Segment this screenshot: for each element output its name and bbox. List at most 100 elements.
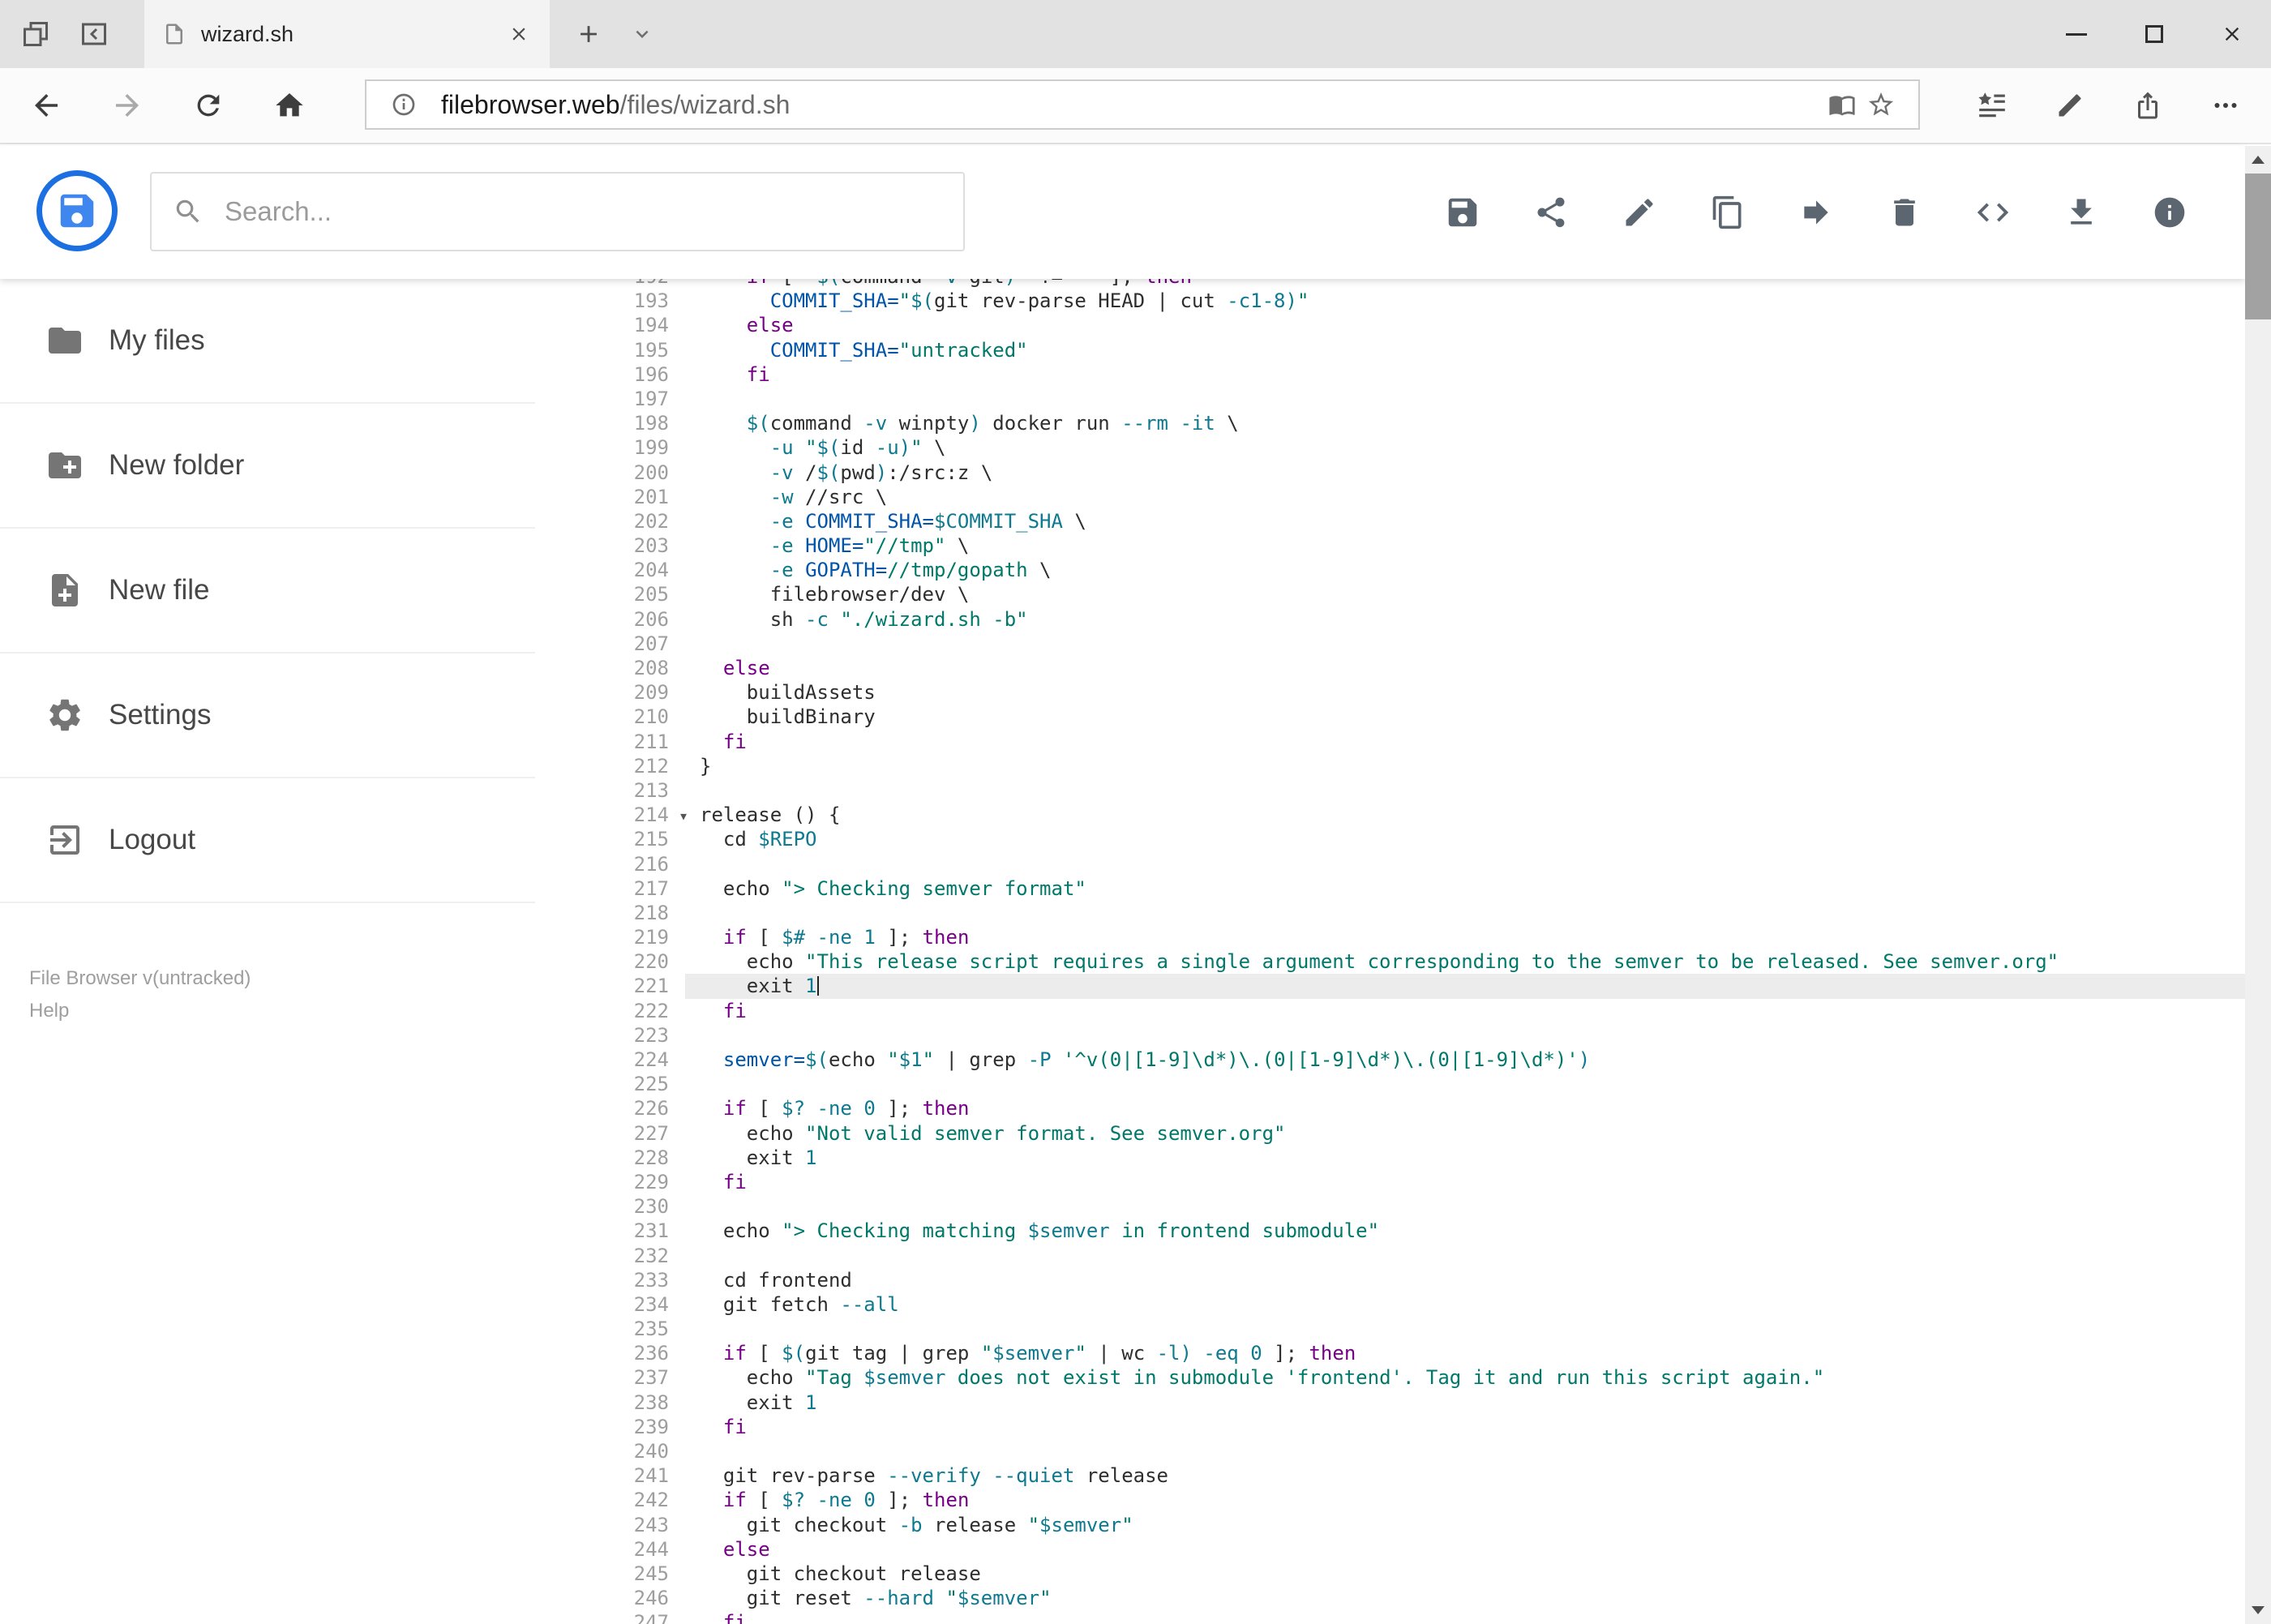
tab-close-button[interactable] xyxy=(503,18,535,50)
code-text[interactable]: buildBinary xyxy=(685,705,2245,729)
code-text[interactable] xyxy=(685,387,2245,411)
code-text[interactable]: COMMIT_SHA="$(git rev-parse HEAD | cut -… xyxy=(685,289,2245,313)
maximize-button[interactable] xyxy=(2115,0,2193,68)
home-button[interactable] xyxy=(264,68,315,143)
forward-button[interactable] xyxy=(101,68,153,143)
code-text[interactable] xyxy=(685,778,2245,803)
code-text[interactable]: $(command -v winpty) docker run --rm -it… xyxy=(685,411,2245,435)
code-line[interactable]: 198 $(command -v winpty) docker run --rm… xyxy=(535,411,2245,435)
code-line[interactable]: 247 fi xyxy=(535,1610,2245,1624)
code-text[interactable]: -e HOME="//tmp" \ xyxy=(685,533,2245,558)
code-text[interactable] xyxy=(685,632,2245,656)
code-text[interactable]: fi xyxy=(685,1170,2245,1194)
code-text[interactable]: COMMIT_SHA="untracked" xyxy=(685,338,2245,362)
code-text[interactable]: if [ $? -ne 0 ]; then xyxy=(685,1096,2245,1121)
code-line[interactable]: 231 echo "> Checking matching $semver in… xyxy=(535,1219,2245,1243)
code-text[interactable] xyxy=(685,1023,2245,1048)
code-line[interactable]: 195 COMMIT_SHA="untracked" xyxy=(535,338,2245,362)
code-line[interactable]: 209 buildAssets xyxy=(535,680,2245,705)
code-line[interactable]: 204 -e GOPATH=//tmp/gopath \ xyxy=(535,558,2245,582)
code-text[interactable]: -u "$(id -u)" \ xyxy=(685,435,2245,460)
code-line[interactable]: 217 echo "> Checking semver format" xyxy=(535,876,2245,901)
sidebar-item-logout[interactable]: Logout xyxy=(0,778,535,903)
code-line[interactable]: 223 xyxy=(535,1023,2245,1048)
code-text[interactable]: buildAssets xyxy=(685,680,2245,705)
code-line[interactable]: 202 -e COMMIT_SHA=$COMMIT_SHA \ xyxy=(535,509,2245,533)
code-editor[interactable]: 192 if [ "$(command -v git)" != "" ]; th… xyxy=(535,279,2245,1624)
tab-preview-button[interactable] xyxy=(18,10,54,58)
code-line[interactable]: 242 if [ $? -ne 0 ]; then xyxy=(535,1488,2245,1512)
search-input[interactable] xyxy=(223,195,942,228)
code-line[interactable]: 207 xyxy=(535,632,2245,656)
site-info-button[interactable] xyxy=(384,82,423,127)
code-line[interactable]: 205 filebrowser/dev \ xyxy=(535,582,2245,606)
code-line[interactable]: 227 echo "Not valid semver format. See s… xyxy=(535,1121,2245,1146)
address-bar[interactable]: filebrowser.web/files/wizard.sh xyxy=(365,79,1920,130)
code-text[interactable] xyxy=(685,1194,2245,1219)
delete-button[interactable] xyxy=(1885,194,1923,232)
code-text[interactable]: else xyxy=(685,313,2245,337)
code-line[interactable]: 194 else xyxy=(535,313,2245,337)
code-text[interactable]: if [ $(git tag | grep "$semver" | wc -l)… xyxy=(685,1341,2245,1365)
code-line[interactable]: 216 xyxy=(535,852,2245,876)
code-text[interactable] xyxy=(685,901,2245,925)
download-button[interactable] xyxy=(2062,194,2100,232)
ink-button[interactable] xyxy=(2031,68,2109,143)
code-text[interactable]: git checkout -b release "$semver" xyxy=(685,1513,2245,1537)
code-line[interactable]: 232 xyxy=(535,1244,2245,1268)
code-line[interactable]: 210 buildBinary xyxy=(535,705,2245,729)
code-text[interactable]: filebrowser/dev \ xyxy=(685,582,2245,606)
code-line[interactable]: 237 echo "Tag $semver does not exist in … xyxy=(535,1365,2245,1390)
sidebar-item-new-folder[interactable]: New folder xyxy=(0,404,535,529)
browser-tab[interactable]: wizard.sh xyxy=(144,0,550,68)
code-line[interactable]: 236 if [ $(git tag | grep "$semver" | wc… xyxy=(535,1341,2245,1365)
code-text[interactable]: fi xyxy=(685,362,2245,387)
code-text[interactable]: git reset --hard "$semver" xyxy=(685,1586,2245,1610)
code-line[interactable]: 243 git checkout -b release "$semver" xyxy=(535,1513,2245,1537)
sidebar-item-new-file[interactable]: New file xyxy=(0,529,535,653)
scrollbar-thumb[interactable] xyxy=(2245,174,2271,319)
code-view-button[interactable] xyxy=(1973,194,2012,232)
code-text[interactable]: fi xyxy=(685,999,2245,1023)
code-line[interactable]: 206 sh -c "./wizard.sh -b" xyxy=(535,607,2245,632)
code-line[interactable]: 241 git rev-parse --verify --quiet relea… xyxy=(535,1463,2245,1488)
code-line[interactable]: 199 -u "$(id -u)" \ xyxy=(535,435,2245,460)
code-line[interactable]: 208 else xyxy=(535,656,2245,680)
code-text[interactable]: echo "Not valid semver format. See semve… xyxy=(685,1121,2245,1146)
help-link[interactable]: Help xyxy=(29,996,535,1026)
code-text[interactable] xyxy=(685,1244,2245,1268)
code-line[interactable]: 200 -v /$(pwd):/src:z \ xyxy=(535,461,2245,485)
code-line[interactable]: 193 COMMIT_SHA="$(git rev-parse HEAD | c… xyxy=(535,289,2245,313)
code-line[interactable]: 245 git checkout release xyxy=(535,1562,2245,1586)
back-button[interactable] xyxy=(20,68,72,143)
minimize-button[interactable] xyxy=(2037,0,2115,68)
move-button[interactable] xyxy=(1797,194,1835,232)
code-text[interactable]: fi xyxy=(685,730,2245,754)
code-text[interactable]: git checkout release xyxy=(685,1562,2245,1586)
code-line[interactable]: 228 exit 1 xyxy=(535,1146,2245,1170)
code-text[interactable]: cd $REPO xyxy=(685,827,2245,851)
code-text[interactable]: echo "This release script requires a sin… xyxy=(685,949,2245,974)
code-line[interactable]: 226 if [ $? -ne 0 ]; then xyxy=(535,1096,2245,1121)
code-text[interactable]: git rev-parse --verify --quiet release xyxy=(685,1463,2245,1488)
sidebar-item-settings[interactable]: Settings xyxy=(0,653,535,778)
share-button[interactable] xyxy=(1532,194,1570,232)
code-line[interactable]: 219 if [ $# -ne 1 ]; then xyxy=(535,925,2245,949)
code-line[interactable]: 196 fi xyxy=(535,362,2245,387)
code-text[interactable]: git fetch --all xyxy=(685,1292,2245,1317)
search-box[interactable] xyxy=(150,172,965,251)
code-line[interactable]: 201 -w //src \ xyxy=(535,485,2245,509)
more-button[interactable] xyxy=(2187,68,2265,143)
code-line[interactable]: 211 fi xyxy=(535,730,2245,754)
code-line[interactable]: 224 semver=$(echo "$1" | grep -P '^v(0|[… xyxy=(535,1048,2245,1072)
code-text[interactable] xyxy=(685,1317,2245,1341)
fold-marker-icon[interactable]: ▾ xyxy=(679,803,688,828)
refresh-button[interactable] xyxy=(182,68,234,143)
code-line[interactable]: 240 xyxy=(535,1439,2245,1463)
code-line[interactable]: 233 cd frontend xyxy=(535,1268,2245,1292)
set-tabs-aside-button[interactable] xyxy=(76,10,112,58)
code-text[interactable]: exit 1 xyxy=(685,1390,2245,1415)
code-text[interactable] xyxy=(685,1072,2245,1096)
code-line[interactable]: 229 fi xyxy=(535,1170,2245,1194)
sidebar-item-my-files[interactable]: My files xyxy=(0,279,535,404)
